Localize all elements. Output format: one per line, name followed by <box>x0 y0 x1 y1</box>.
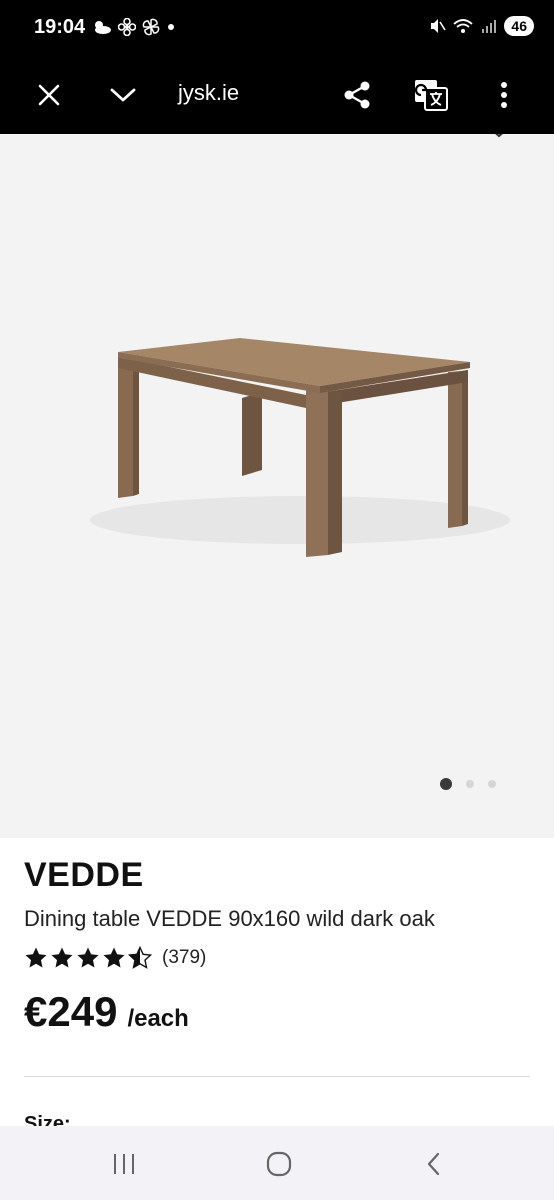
browser-toolbar: jysk.ie <box>0 56 554 134</box>
price-row: €249 /each <box>24 988 189 1036</box>
more-vert-icon <box>501 82 507 108</box>
size-label: Size: <box>24 1113 71 1126</box>
product-brand: VEDDE <box>24 856 144 894</box>
status-bar: 19:04 46 <box>0 0 554 56</box>
wifi-icon <box>453 19 474 33</box>
dot-icon <box>168 24 174 30</box>
fan-icon <box>118 18 136 36</box>
review-count[interactable]: (379) <box>162 947 206 969</box>
back-button[interactable] <box>414 1146 454 1182</box>
pinwheel-icon <box>142 18 160 36</box>
system-nav-bar <box>0 1126 554 1200</box>
star-icon <box>77 947 99 968</box>
back-icon <box>427 1152 440 1176</box>
signal-icon <box>482 20 497 33</box>
battery-badge: 46 <box>504 16 534 36</box>
url-text[interactable]: jysk.ie <box>178 80 239 106</box>
share-icon <box>344 81 370 109</box>
minimize-button[interactable] <box>102 74 144 116</box>
product-rating[interactable]: (379) <box>24 946 206 970</box>
home-button[interactable] <box>259 1146 299 1182</box>
gallery-dot-3[interactable] <box>488 780 496 788</box>
home-icon <box>266 1151 292 1177</box>
divider <box>24 1076 530 1077</box>
price: €249 <box>24 988 118 1035</box>
star-icon <box>25 947 47 968</box>
translate-icon <box>414 80 448 111</box>
product-image-gallery[interactable] <box>0 134 554 838</box>
mute-icon <box>431 19 447 33</box>
translate-button[interactable] <box>410 74 452 116</box>
status-time: 19:04 <box>34 16 86 38</box>
price-unit: /each <box>127 1005 189 1032</box>
gallery-dot-2[interactable] <box>466 780 474 788</box>
recent-apps-icon <box>114 1154 134 1174</box>
gallery-dot-1[interactable] <box>440 778 452 790</box>
recent-apps-button[interactable] <box>104 1146 144 1182</box>
product-title: Dining table VEDDE 90x160 wild dark oak <box>24 906 435 931</box>
close-button[interactable] <box>28 74 70 116</box>
gallery-pagination <box>440 778 496 790</box>
star-icon <box>103 947 125 968</box>
notification-icons <box>92 18 176 36</box>
star-rating <box>24 946 152 970</box>
star-icon <box>51 947 73 968</box>
half-star-icon <box>128 946 152 969</box>
close-icon <box>38 84 60 106</box>
product-image <box>90 338 510 557</box>
chevron-down-icon <box>110 88 136 102</box>
system-icons: 46 <box>428 16 534 36</box>
share-button[interactable] <box>336 74 378 116</box>
weather-icon <box>95 21 111 34</box>
more-options-button[interactable] <box>483 74 525 116</box>
